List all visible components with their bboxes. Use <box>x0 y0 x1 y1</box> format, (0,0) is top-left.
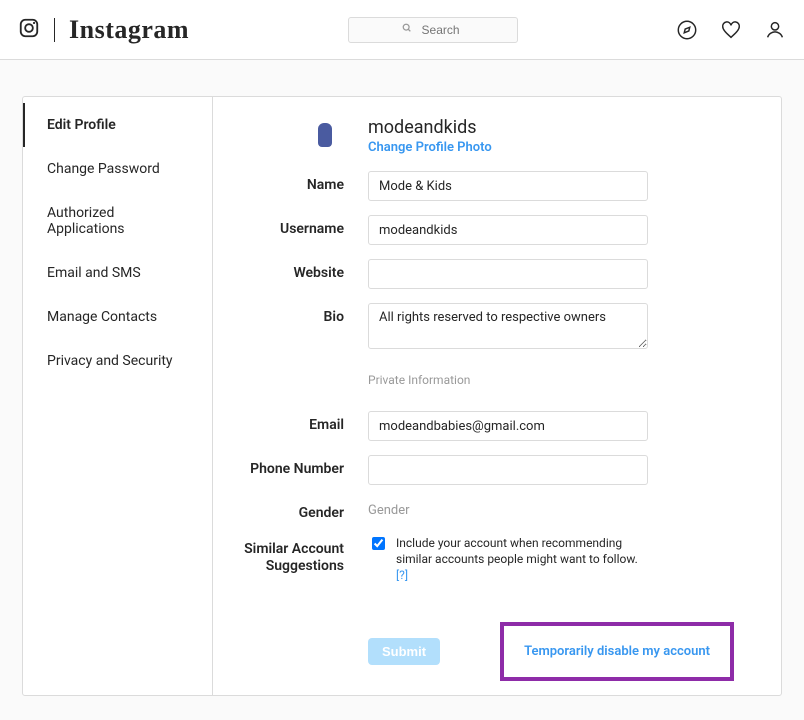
label-bio: Bio <box>213 303 368 325</box>
row-actions: Submit Temporarily disable my account <box>213 598 751 681</box>
profile-icon[interactable] <box>764 19 786 41</box>
row-gender: Gender Gender <box>213 499 751 521</box>
brand-wordmark: Instagram <box>69 15 189 45</box>
annotation-highlight: Temporarily disable my account <box>500 622 734 681</box>
similar-checkbox-row[interactable]: Include your account when recommending s… <box>368 535 648 584</box>
profile-header-row: modeandkids Change Profile Photo <box>213 117 751 157</box>
sidenav-label: Email and SMS <box>47 265 141 281</box>
similar-checkbox[interactable] <box>372 537 385 550</box>
actions: Submit Temporarily disable my account <box>368 622 751 681</box>
settings-content: modeandkids Change Profile Photo Name Us… <box>213 97 781 695</box>
label-name: Name <box>213 171 368 193</box>
similar-checkbox-text: Include your account when recommending s… <box>396 536 638 566</box>
bio-input[interactable] <box>368 303 648 349</box>
help-link[interactable]: [?] <box>396 568 408 582</box>
sidenav-item-authorized-applications[interactable]: Authorized Applications <box>23 191 212 251</box>
name-input[interactable] <box>368 171 648 201</box>
avatar[interactable] <box>308 117 344 153</box>
row-similar: Similar Account Suggestions Include your… <box>213 535 751 584</box>
sidenav-item-change-password[interactable]: Change Password <box>23 147 212 191</box>
profile-header: modeandkids Change Profile Photo <box>368 117 648 155</box>
username-display: modeandkids <box>368 117 648 138</box>
username-input[interactable] <box>368 215 648 245</box>
row-email: Email <box>213 411 751 441</box>
instagram-glyph-icon <box>18 17 40 43</box>
top-icons <box>676 19 786 41</box>
submit-button[interactable]: Submit <box>368 638 440 665</box>
label-website: Website <box>213 259 368 281</box>
sidenav-label: Edit Profile <box>47 117 116 133</box>
avatar-col <box>213 117 368 157</box>
search-wrap <box>348 17 518 43</box>
sidenav-label: Manage Contacts <box>47 309 157 325</box>
sidenav-label: Authorized Applications <box>47 205 125 237</box>
sidenav-label: Change Password <box>47 161 160 177</box>
row-website: Website <box>213 259 751 289</box>
row-username: Username <box>213 215 751 245</box>
row-phone: Phone Number <box>213 455 751 485</box>
heart-icon[interactable] <box>720 19 742 41</box>
disable-account-link[interactable]: Temporarily disable my account <box>504 626 730 677</box>
row-name: Name <box>213 171 751 201</box>
main: Edit Profile Change Password Authorized … <box>0 60 804 716</box>
label-username: Username <box>213 215 368 237</box>
settings-card: Edit Profile Change Password Authorized … <box>22 96 782 696</box>
settings-sidenav: Edit Profile Change Password Authorized … <box>23 97 213 695</box>
sidenav-item-email-sms[interactable]: Email and SMS <box>23 251 212 295</box>
website-input[interactable] <box>368 259 648 289</box>
gender-select[interactable]: Gender <box>368 499 648 518</box>
sidenav-item-manage-contacts[interactable]: Manage Contacts <box>23 295 212 339</box>
label-similar: Similar Account Suggestions <box>213 535 368 575</box>
explore-icon[interactable] <box>676 19 698 41</box>
top-bar: Instagram <box>0 0 804 60</box>
brand-separator <box>54 18 55 42</box>
private-info-label: Private Information <box>368 373 648 387</box>
row-private-info: Private Information <box>213 367 751 397</box>
brand[interactable]: Instagram <box>18 15 189 45</box>
email-input[interactable] <box>368 411 648 441</box>
label-email: Email <box>213 411 368 433</box>
label-gender: Gender <box>213 499 368 521</box>
sidenav-item-privacy-security[interactable]: Privacy and Security <box>23 339 212 383</box>
phone-input[interactable] <box>368 455 648 485</box>
sidenav-item-edit-profile[interactable]: Edit Profile <box>23 103 212 147</box>
change-photo-link[interactable]: Change Profile Photo <box>368 140 648 155</box>
search-input[interactable] <box>348 17 518 43</box>
row-bio: Bio <box>213 303 751 353</box>
sidenav-label: Privacy and Security <box>47 353 173 369</box>
label-phone: Phone Number <box>213 455 368 477</box>
